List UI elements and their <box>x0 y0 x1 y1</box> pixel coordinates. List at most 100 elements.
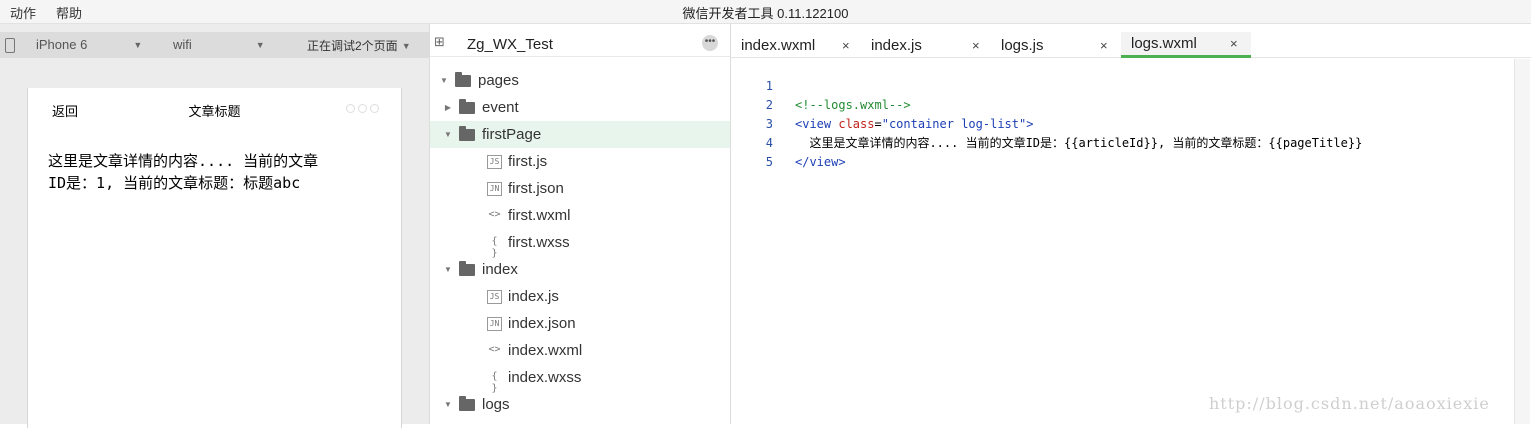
project-tree-icon[interactable]: ⊞ <box>434 34 445 50</box>
debug-pages-select[interactable]: 正在调试2个页面 ▼ <box>307 37 411 54</box>
tree-item-label: event <box>482 99 519 116</box>
caret-down-icon[interactable]: ▼ <box>443 400 453 409</box>
tree-item-label: pages <box>478 72 519 89</box>
tree-item-label: first.js <box>508 153 548 170</box>
simulator-panel: iPhone 6 ▼ wifi ▼ 正在调试2个页面 ▼ 返回 文章标题 这里是… <box>0 24 430 428</box>
tree-item-label: logs <box>482 396 510 413</box>
tree-file-item[interactable]: { } first.wxss <box>430 229 730 259</box>
tree-file-item[interactable]: <> index.wxml <box>430 337 730 364</box>
code-line: 2 <view class="container log-list"> <box>731 77 1034 131</box>
dot-icon <box>358 104 367 113</box>
editor-tabs: index.wxml × index.js × logs.js × logs.w… <box>731 32 1531 58</box>
tree-folder-firstPage[interactable]: ▼ firstPage <box>430 121 730 148</box>
folder-icon <box>459 125 475 141</box>
file-tree-header: ⊞ Zg_WX_Test ••• <box>430 24 730 57</box>
tree-file-item[interactable]: { } index.wxss <box>430 364 730 394</box>
js-file-icon: JS <box>487 154 502 169</box>
chevron-down-icon: ▼ <box>255 39 265 50</box>
caret-right-icon[interactable]: ▶ <box>443 103 453 112</box>
tree-file-item[interactable]: JS index.js <box>430 283 730 310</box>
tab-index-js[interactable]: index.js × <box>861 32 991 58</box>
network-select[interactable]: wifi ▼ <box>173 37 265 52</box>
network-select-value: wifi <box>173 37 192 52</box>
folder-icon <box>459 98 475 114</box>
chevron-down-icon: ▼ <box>401 40 411 51</box>
code-tag-close: > <box>1026 117 1034 131</box>
device-select-value: iPhone 6 <box>36 37 88 52</box>
close-icon[interactable]: × <box>1230 36 1238 51</box>
tab-label: index.wxml <box>741 36 816 54</box>
dot-icon <box>370 104 379 113</box>
tab-logs-wxml[interactable]: logs.wxml × <box>1121 32 1251 58</box>
tree-folder-index[interactable]: ▼ index <box>430 256 730 283</box>
json-file-icon: JN <box>487 316 502 331</box>
close-icon[interactable]: × <box>972 38 980 53</box>
code-line: 4 </view> <box>731 115 846 169</box>
article-content-line: 这里是文章详情的内容.... 当前的文章 <box>48 152 319 170</box>
article-content: 这里是文章详情的内容.... 当前的文章 ID是：1, 当前的文章标题：标题ab… <box>48 150 388 194</box>
tab-index-wxml[interactable]: index.wxml × <box>731 32 861 58</box>
wxss-file-icon: { } <box>491 235 498 259</box>
capsule-menu[interactable] <box>346 104 379 113</box>
tree-item-label: index.wxss <box>508 369 582 386</box>
device-select[interactable]: iPhone 6 ▼ <box>36 37 142 52</box>
tree-file-item[interactable]: JS first.js <box>430 148 730 175</box>
caret-down-icon[interactable]: ▼ <box>443 265 453 274</box>
code-tag: </view> <box>795 155 846 169</box>
code-line: 5 <box>731 134 774 169</box>
tree-file-item[interactable]: <> first.wxml <box>430 202 730 229</box>
dot-icon <box>346 104 355 113</box>
tab-label: index.js <box>871 36 922 54</box>
tree-item-label: index.json <box>508 315 576 332</box>
folder-icon <box>459 395 475 411</box>
code-text: 这里是文章详情的内容.... 当前的文章ID是：{{articleId}}, 当… <box>795 136 1363 150</box>
line-number: 5 <box>765 155 773 169</box>
tree-folder-event[interactable]: ▶ event <box>430 94 730 121</box>
js-file-icon: JS <box>487 289 502 304</box>
tree-file-item[interactable]: JN first.json <box>430 175 730 202</box>
tree-item-label: index.js <box>508 288 559 305</box>
phone-icon <box>5 38 15 53</box>
title-bar: 动作 帮助 微信开发者工具 0.11.122100 <box>0 0 1531 24</box>
wxss-file-icon: { } <box>491 370 498 394</box>
tree-folder-logs[interactable]: ▼ logs <box>430 391 730 418</box>
wxml-file-icon: <> <box>488 208 501 220</box>
tree-item-label: first.wxss <box>508 234 570 251</box>
tab-logs-js[interactable]: logs.js × <box>991 32 1121 58</box>
folder-icon <box>455 71 471 87</box>
phone-screen: 返回 文章标题 这里是文章详情的内容.... 当前的文章 ID是：1, 当前的文… <box>27 88 402 428</box>
code-string: "container log-list" <box>881 117 1027 131</box>
code-line: 3 这里是文章详情的内容.... 当前的文章ID是：{{articleId}},… <box>731 96 1363 150</box>
vertical-scrollbar[interactable] <box>1514 59 1530 424</box>
device-toggle[interactable] <box>0 38 15 53</box>
json-file-icon: JN <box>487 181 502 196</box>
code-tag: <view <box>795 117 839 131</box>
tree-item-label: index <box>482 261 518 278</box>
tree-folder-pages[interactable]: ▼ pages <box>430 67 730 94</box>
code-line: 1 <!--logs.wxml--> <box>731 58 911 112</box>
code-source: <view class="container log-list"> <box>795 115 1033 134</box>
tab-label: logs.js <box>1001 36 1044 54</box>
tree-item-label: index.wxml <box>508 342 583 359</box>
tree-item-label: first.json <box>508 180 564 197</box>
debug-status: 正在调试2个页面 <box>307 39 398 53</box>
tree-item-label: first.wxml <box>508 207 571 224</box>
project-name: Zg_WX_Test <box>467 36 553 53</box>
simulator-toolbar: iPhone 6 ▼ wifi ▼ 正在调试2个页面 ▼ <box>0 32 430 58</box>
close-icon[interactable]: × <box>842 38 850 53</box>
app-title: 微信开发者工具 0.11.122100 <box>682 6 849 21</box>
caret-down-icon[interactable]: ▼ <box>439 76 449 85</box>
tree-file-item[interactable]: JN index.json <box>430 310 730 337</box>
file-tree-panel: ⊞ Zg_WX_Test ••• ▼ pages ▶ event ▼ firstPage J… <box>430 24 731 424</box>
tree-item-label: firstPage <box>482 126 542 143</box>
code-attribute: class <box>838 117 875 131</box>
folder-icon <box>459 260 475 276</box>
close-icon[interactable]: × <box>1100 38 1108 53</box>
wxml-file-icon: <> <box>488 343 501 355</box>
more-options-icon[interactable]: ••• <box>702 35 718 51</box>
caret-down-icon[interactable]: ▼ <box>443 130 453 139</box>
tab-label: logs.wxml <box>1131 35 1197 52</box>
code-comment: <!--logs.wxml--> <box>795 98 911 112</box>
watermark: http://blog.csdn.net/aoaoxiexie <box>1209 394 1490 413</box>
code-equals: = <box>874 117 882 131</box>
